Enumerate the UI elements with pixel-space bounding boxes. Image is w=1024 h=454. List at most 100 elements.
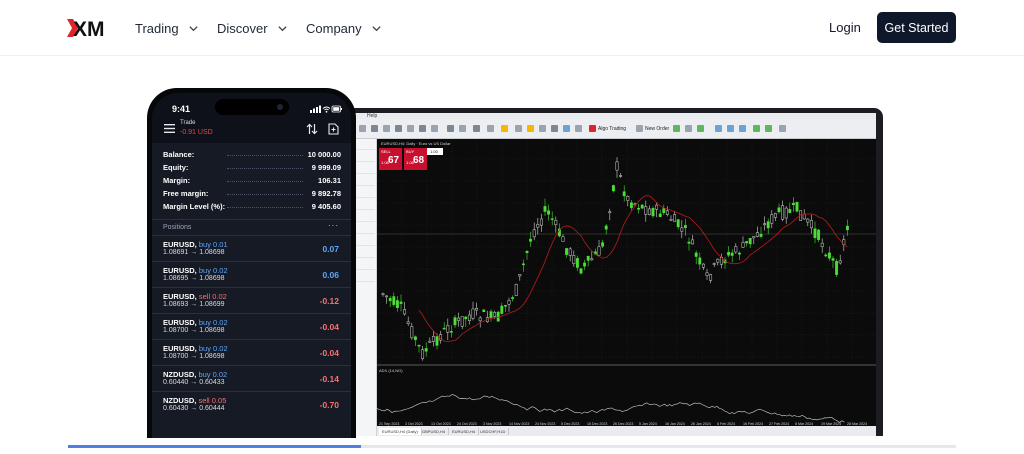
position-symbol: EURUSD, buy 0.02 [163,344,228,353]
toolbar-icon [697,125,704,132]
position-prices: 0.60430 → 0.60444 [163,405,225,412]
toolbar-icon [779,125,786,132]
toolbar-icon [685,125,692,132]
position-profit: -0.14 [319,374,339,384]
toolbar-icon [673,125,680,132]
new-order-button[interactable]: New Order [645,126,669,132]
one-click-sell-button[interactable]: SELL 1.08 67 [379,148,402,170]
account-label: Balance: [163,150,195,159]
position-prices: 0.60440 → 0.60433 [163,379,225,386]
desktop-terminal-mockup: Help Algo Trading New Order ADX (14,NG) … [346,108,883,436]
account-label: Free margin: [163,189,209,198]
position-prices: 1.08695 → 1.08698 [163,275,225,282]
xm-logo[interactable]: XM [67,17,111,39]
account-margin-row: Margin: 106.31 [163,176,341,188]
position-row[interactable]: EURUSD, sell 0.02 1.08693 → 1.08699 -0.12 [152,287,351,313]
toolbar-icon [753,125,760,132]
nav-trading[interactable]: Trading [135,20,199,36]
toolbar-icon [563,125,570,132]
chart-tab[interactable]: USDCHF,H1D [477,428,510,435]
chart-tab[interactable]: EURUSD,H4 [449,428,480,435]
mobile-app-mockup: 9:41 Trade -0.91 USD Balance: 10 000.00 [147,88,356,438]
svg-text:XM: XM [73,18,105,39]
one-click-buy-button[interactable]: BUY 1.08 68 [404,148,427,170]
more-options-icon[interactable]: ··· [328,221,339,230]
hamburger-menu-icon[interactable] [164,124,175,133]
position-side: buy 0.02 [198,344,228,353]
toolbar-icon [447,125,454,132]
sell-price-main: 67 [388,155,400,166]
position-profit: 0.06 [322,270,339,280]
position-row[interactable]: EURUSD, buy 0.02 1.08700 → 1.08698 -0.04 [152,313,351,339]
position-side: buy 0.02 [198,318,228,327]
price-chart-area[interactable]: ADX (14,NG) 21 Sep 2023 3 Oct 2023 13 Oct 2… [376,139,876,436]
account-value: 10 000.00 [307,150,341,159]
slider-progress-track [68,445,956,448]
status-time: 9:41 [172,104,191,114]
lot-size-input[interactable]: 1.00 [425,148,443,155]
zoom-in-icon [715,125,722,132]
position-symbol: EURUSD, buy 0.02 [163,266,228,275]
chevron-down-icon [277,25,287,31]
nav-discover-label: Discover [217,20,268,36]
toolbar-icon [383,125,390,132]
position-side: buy 0.01 [198,240,228,249]
account-margin-level-row: Margin Level (%): 9 405.60 [163,202,341,214]
nav-company[interactable]: Company [306,20,382,36]
position-side: sell 0.05 [198,396,227,405]
toolbar-icon [765,125,772,132]
account-value: 106.31 [318,176,341,185]
account-free-margin-row: Free margin: 9 892.78 [163,189,341,201]
position-row[interactable]: EURUSD, buy 0.01 1.08691 → 1.08698 0.07 [152,235,351,261]
toolbar-icon [515,125,522,132]
position-profit: -0.70 [319,400,339,410]
desktop-screen: Help Algo Trading New Order ADX (14,NG) … [353,113,876,436]
toolbar-icon [419,125,426,132]
position-side: sell 0.02 [198,292,227,301]
toolbar-icon [371,125,378,132]
position-row[interactable]: EURUSD, buy 0.02 1.08695 → 1.08698 0.06 [152,261,351,287]
get-started-button[interactable]: Get Started [877,12,956,43]
chart-tab[interactable]: GBPUSD,H4 [419,428,450,435]
position-prices: 1.08700 → 1.08698 [163,353,225,360]
chart-title: EURUSD,H4: Daily · Euro vs US Dollar [381,141,451,146]
account-value: 9 999.09 [311,163,341,172]
position-profit: 0.07 [322,244,339,254]
chart-tabs: EURUSD,H4 (Daily) GBPUSD,H4 EURUSD,H4 US… [377,426,876,436]
zoom-out-icon [727,125,734,132]
toolbar-icon [459,125,466,132]
login-link[interactable]: Login [829,20,861,35]
nav-trading-label: Trading [135,20,179,36]
toolbar-icon [551,125,558,132]
app-screen-title: Trade [180,120,196,126]
position-prices: 1.08693 → 1.08699 [163,301,225,308]
position-profit: -0.04 [319,322,339,332]
toolbar-icon [575,125,582,132]
nav-discover[interactable]: Discover [217,20,288,36]
dynamic-island [215,99,289,115]
toolbar-icon [501,125,508,132]
algo-trading-button[interactable]: Algo Trading [598,126,626,132]
positions-header: Positions ··· [152,219,351,235]
sell-label: SELL [381,149,391,154]
account-value: 9 405.60 [311,202,341,211]
position-row[interactable]: EURUSD, buy 0.02 1.08700 → 1.08698 -0.04 [152,339,351,365]
position-row[interactable]: NZDUSD, buy 0.02 0.60440 → 0.60433 -0.14 [152,365,351,391]
chevron-down-icon [372,25,381,31]
sort-icon[interactable] [306,123,318,135]
toolbar-icon [473,125,480,132]
slider-progress-fill [68,445,362,448]
position-profit: -0.12 [319,296,339,306]
toolbar-icon [527,125,534,132]
positions-title: Positions [163,224,192,231]
total-pnl: -0.91 USD [180,129,213,136]
position-symbol: NZDUSD, buy 0.02 [163,370,228,379]
indicator-label: ADX (14,NG) [379,368,403,373]
position-prices: 1.08700 → 1.08698 [163,327,225,334]
position-profit: -0.04 [319,348,339,358]
new-order-doc-icon[interactable] [328,123,339,135]
chart-tab[interactable]: EURUSD,H4 (Daily) [379,428,422,435]
account-equity-row: Equity: 9 999.09 [163,163,341,175]
account-label: Margin Level (%): [163,202,226,211]
position-row[interactable]: NZDUSD, sell 0.05 0.60430 → 0.60444 -0.70 [152,391,351,417]
